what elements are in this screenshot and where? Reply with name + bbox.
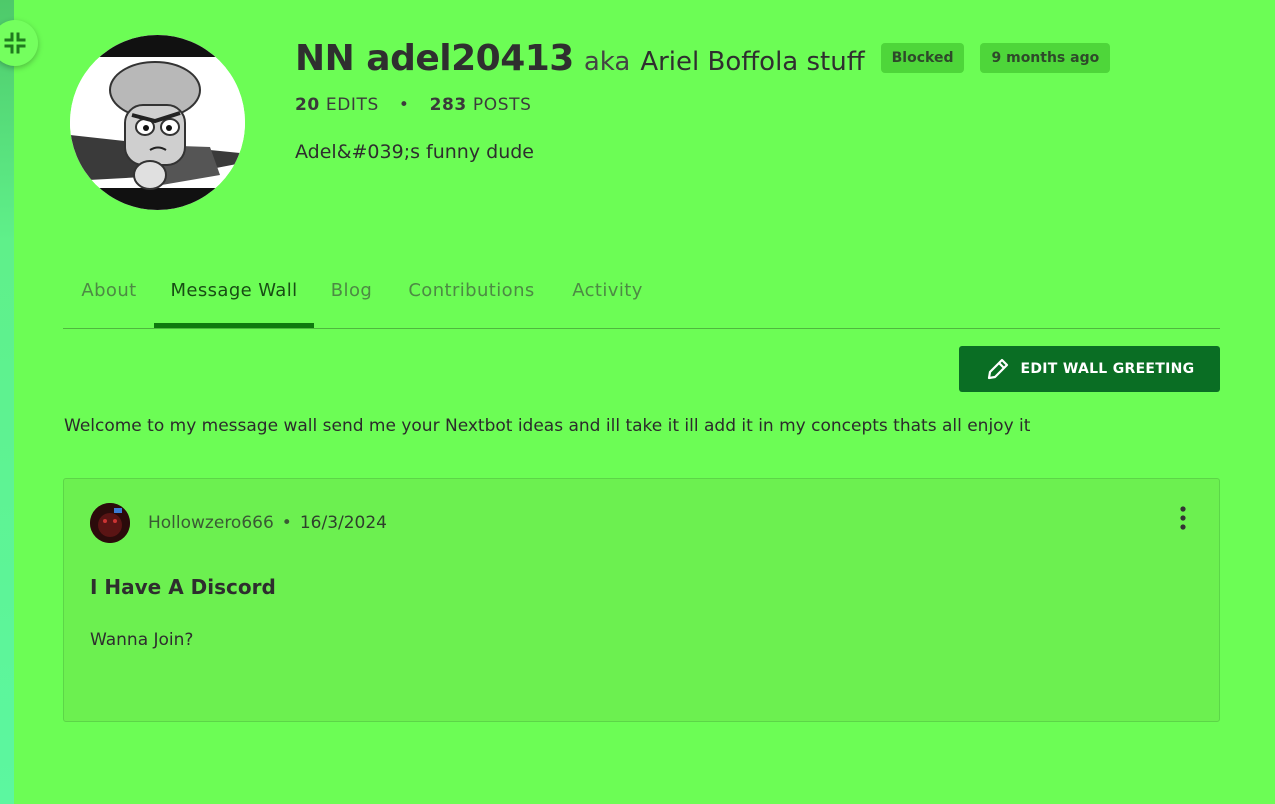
post-more-button[interactable] [1173, 503, 1193, 533]
avatar-image [70, 35, 245, 210]
tab-contributions[interactable]: Contributions [406, 280, 537, 328]
profile-bio: Adel&#039;s funny dude [295, 141, 534, 163]
post-title[interactable]: I Have A Discord [90, 575, 276, 599]
author-avatar-image [90, 503, 130, 543]
wall-post: Hollowzero666 • 16/3/2024 I Have A Discord… [63, 478, 1220, 722]
posts-count: 283 [429, 95, 467, 115]
joined-badge: 9 months ago [980, 43, 1111, 73]
edit-wall-greeting-button[interactable]: EDIT WALL GREETING [959, 346, 1220, 392]
profile-tabs: About Message Wall Blog Contributions Ac… [63, 272, 1220, 329]
post-author-avatar[interactable] [90, 503, 130, 543]
post-author-link[interactable]: Hollowzero666 [148, 513, 274, 533]
profile-stats: 20 EDITS • 283 POSTS [295, 95, 1235, 115]
post-date[interactable]: 16/3/2024 [300, 513, 387, 533]
edit-wall-greeting-label: EDIT WALL GREETING [1020, 361, 1195, 377]
post-body: Wanna Join? [90, 630, 194, 650]
stats-separator: • [398, 95, 410, 115]
left-rail [0, 0, 14, 804]
wall-greeting: Welcome to my message wall send me your … [64, 416, 1031, 436]
edits-label: EDITS [325, 95, 379, 115]
more-vertical-icon [1180, 506, 1186, 530]
pencil-icon [987, 358, 1008, 380]
title-row: NN adel20413 aka Ariel Boffola stuff Blo… [295, 38, 1235, 81]
post-meta-separator: • [281, 513, 292, 533]
edits-count: 20 [295, 95, 320, 115]
profile-avatar [70, 35, 245, 210]
tab-activity[interactable]: Activity [570, 280, 645, 328]
profile-header: NN adel20413 aka Ariel Boffola stuff Blo… [295, 38, 1235, 163]
tab-blog[interactable]: Blog [330, 280, 373, 328]
aka-label: aka [583, 47, 631, 77]
collapse-button[interactable] [0, 20, 38, 66]
profile-real-name: Ariel Boffola stuff [640, 47, 865, 77]
blocked-badge: Blocked [880, 43, 965, 73]
posts-label: POSTS [472, 95, 532, 115]
tab-about[interactable]: About [80, 280, 138, 328]
profile-username: NN adel20413 [295, 38, 574, 79]
tab-message-wall[interactable]: Message Wall [154, 280, 314, 328]
collapse-arrows-icon [4, 32, 26, 54]
post-meta: Hollowzero666 • 16/3/2024 [148, 513, 387, 533]
